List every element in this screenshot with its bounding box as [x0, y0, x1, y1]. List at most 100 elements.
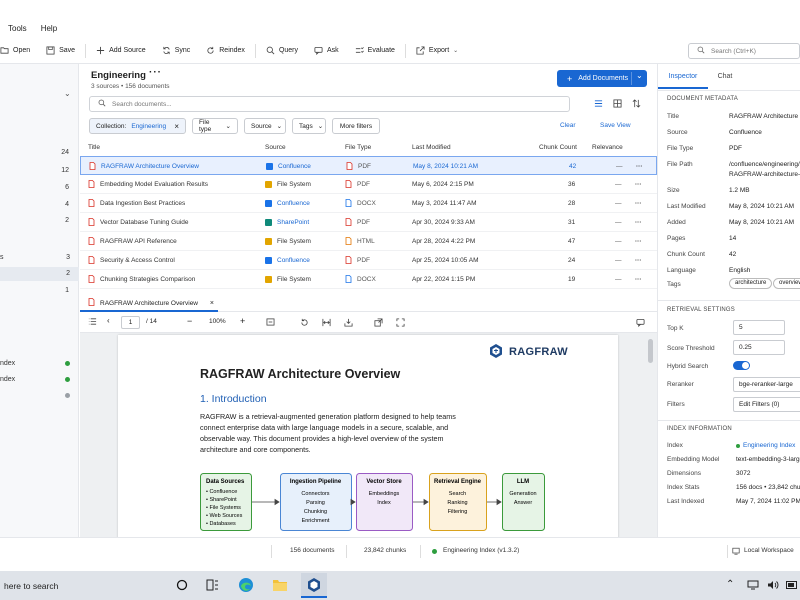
row-actions-icon[interactable]: ··· [635, 270, 642, 289]
row-actions-icon[interactable]: ··· [635, 232, 642, 251]
document-title[interactable]: RAGFRAW Architecture Overview [101, 163, 199, 170]
row-actions-icon[interactable]: ··· [635, 251, 642, 270]
table-row[interactable]: Data Ingestion Best Practices Confluence D… [80, 194, 657, 213]
list-view-button[interactable] [590, 96, 606, 112]
zoom-in-icon[interactable]: + [240, 316, 245, 326]
edge-browser-icon[interactable] [238, 577, 254, 595]
tag-chip[interactable]: architecture [729, 278, 773, 289]
rotate-icon[interactable] [300, 318, 309, 329]
row-actions-icon[interactable]: ··· [635, 194, 642, 213]
file-type-filter[interactable]: File type ⌄ [192, 118, 238, 134]
save-button[interactable]: Save [38, 41, 83, 61]
network-icon[interactable] [747, 580, 759, 592]
add-documents-button[interactable]: + Add Documents ⌄ [557, 70, 647, 87]
menu-tools[interactable]: Tools [8, 24, 27, 33]
page-number-input[interactable]: 1 [121, 316, 140, 329]
tags-filter[interactable]: Tags ⌄ [292, 118, 326, 134]
table-row[interactable]: Chunking Strategies Comparison File Syste… [80, 270, 657, 289]
top-k-stepper[interactable]: 5 [733, 320, 785, 335]
more-filters-button[interactable]: More filters [332, 118, 380, 134]
close-icon[interactable]: × [210, 300, 214, 307]
fit-page-icon[interactable] [266, 318, 275, 328]
sidebar-item[interactable]: s 3 [0, 251, 79, 265]
volume-icon[interactable] [767, 580, 779, 592]
menu-help[interactable]: Help [41, 24, 57, 33]
status-workspace[interactable]: Local Workspace [744, 547, 794, 554]
status-index[interactable]: Engineering Index (v1.3.2) [443, 547, 519, 554]
query-button[interactable]: Query [258, 41, 306, 61]
chevron-down-icon[interactable]: ⌄ [636, 71, 643, 80]
fullscreen-icon[interactable] [396, 318, 405, 329]
fit-width-icon[interactable] [322, 318, 331, 329]
document-title[interactable]: Security & Access Control [100, 257, 175, 264]
clear-filters-link[interactable]: Clear [560, 122, 576, 129]
export-button[interactable]: Export ⌄ [408, 41, 466, 61]
open-button[interactable]: Open [0, 41, 38, 61]
chevron-up-icon[interactable]: ⌃ [726, 579, 734, 590]
more-options-icon[interactable]: ··· [149, 67, 162, 78]
zoom-out-icon[interactable]: − [187, 316, 192, 326]
sort-button[interactable] [628, 96, 644, 112]
table-row[interactable]: Vector Database Tuning Guide SharePoint PD… [80, 213, 657, 232]
source-filter[interactable]: Source ⌄ [244, 118, 286, 134]
sidebar-index-item[interactable] [0, 390, 79, 402]
document-title[interactable]: Chunking Strategies Comparison [100, 276, 195, 283]
row-actions-icon[interactable]: ··· [635, 213, 642, 232]
column-header-title[interactable]: Title [88, 144, 100, 151]
top-k-label: Top K [667, 325, 684, 332]
add-source-button[interactable]: Add Source [88, 41, 154, 61]
close-icon[interactable]: × [174, 122, 179, 131]
previous-page-icon[interactable]: ‹ [107, 316, 110, 325]
index-info-value[interactable]: Engineering Index [743, 442, 795, 449]
battery-icon[interactable] [786, 581, 798, 591]
sidebar-item-selected[interactable]: 2 [0, 267, 79, 281]
grid-view-button[interactable] [609, 96, 625, 112]
column-header-file-type[interactable]: File Type [345, 144, 371, 151]
viewer-scrollbar[interactable] [648, 339, 653, 363]
column-header-chunk-count[interactable]: Chunk Count [539, 144, 577, 151]
row-actions-icon[interactable]: ··· [636, 157, 643, 176]
score-threshold-stepper[interactable]: 0.25 [733, 340, 785, 355]
hybrid-search-toggle[interactable] [733, 361, 750, 370]
evaluate-button[interactable]: Evaluate [347, 41, 403, 61]
tag-chip[interactable]: overview [773, 278, 800, 289]
document-viewer[interactable]: RAGFRAW RAGFRAW Architecture Overview 1.… [80, 333, 657, 537]
chevron-down-icon[interactable]: ⌄ [64, 89, 71, 98]
taskbar-search-text[interactable]: here to search [4, 581, 58, 591]
table-row[interactable]: Security & Access Control Confluence PDF Ap… [80, 251, 657, 270]
global-search-input[interactable]: Search (Ctrl+K) [688, 43, 800, 59]
widgets-icon[interactable] [206, 579, 219, 593]
zoom-level[interactable]: 100% [209, 318, 226, 325]
collection-filter-chip[interactable]: Collection: Engineering × [89, 118, 186, 134]
sidebar-index-item[interactable]: ndex [0, 374, 79, 386]
tab-inspector[interactable]: Inspector [658, 73, 708, 89]
save-view-link[interactable]: Save View [600, 122, 631, 129]
document-title[interactable]: Vector Database Tuning Guide [100, 219, 189, 226]
document-title[interactable]: Data Ingestion Best Practices [100, 200, 185, 207]
file-explorer-icon[interactable] [272, 578, 288, 594]
comment-icon[interactable] [636, 318, 645, 329]
table-row[interactable]: RAGFRAW API Reference File System HTML Apr … [80, 232, 657, 251]
open-external-icon[interactable] [374, 318, 383, 329]
document-title[interactable]: RAGFRAW API Reference [100, 238, 177, 245]
document-title[interactable]: Embedding Model Evaluation Results [100, 181, 208, 188]
edit-filters-button[interactable]: Edit Filters (0) [733, 397, 800, 412]
column-header-relevance[interactable]: Relevance [592, 144, 623, 151]
column-header-source[interactable]: Source [265, 144, 286, 151]
outline-icon[interactable] [88, 317, 97, 328]
document-tab[interactable]: RAGFRAW Architecture Overview × [80, 296, 218, 312]
row-actions-icon[interactable]: ··· [635, 175, 642, 194]
download-icon[interactable] [344, 318, 353, 329]
task-view-icon[interactable] [176, 579, 188, 593]
tab-chat[interactable]: Chat [708, 73, 742, 89]
ragfraw-taskbar-button[interactable] [301, 573, 327, 598]
sidebar-index-item[interactable]: ndex [0, 358, 79, 370]
column-header-last-modified[interactable]: Last Modified [412, 144, 451, 151]
table-row[interactable]: RAGFRAW Architecture Overview Confluence P… [80, 156, 657, 175]
ask-button[interactable]: Ask [306, 41, 347, 61]
sync-button[interactable]: Sync [154, 41, 199, 61]
table-row[interactable]: Embedding Model Evaluation Results File S… [80, 175, 657, 194]
reindex-button[interactable]: Reindex [198, 41, 253, 61]
search-documents-input[interactable]: Search documents... [89, 96, 570, 112]
reranker-select[interactable]: bge-reranker-large [733, 377, 800, 392]
